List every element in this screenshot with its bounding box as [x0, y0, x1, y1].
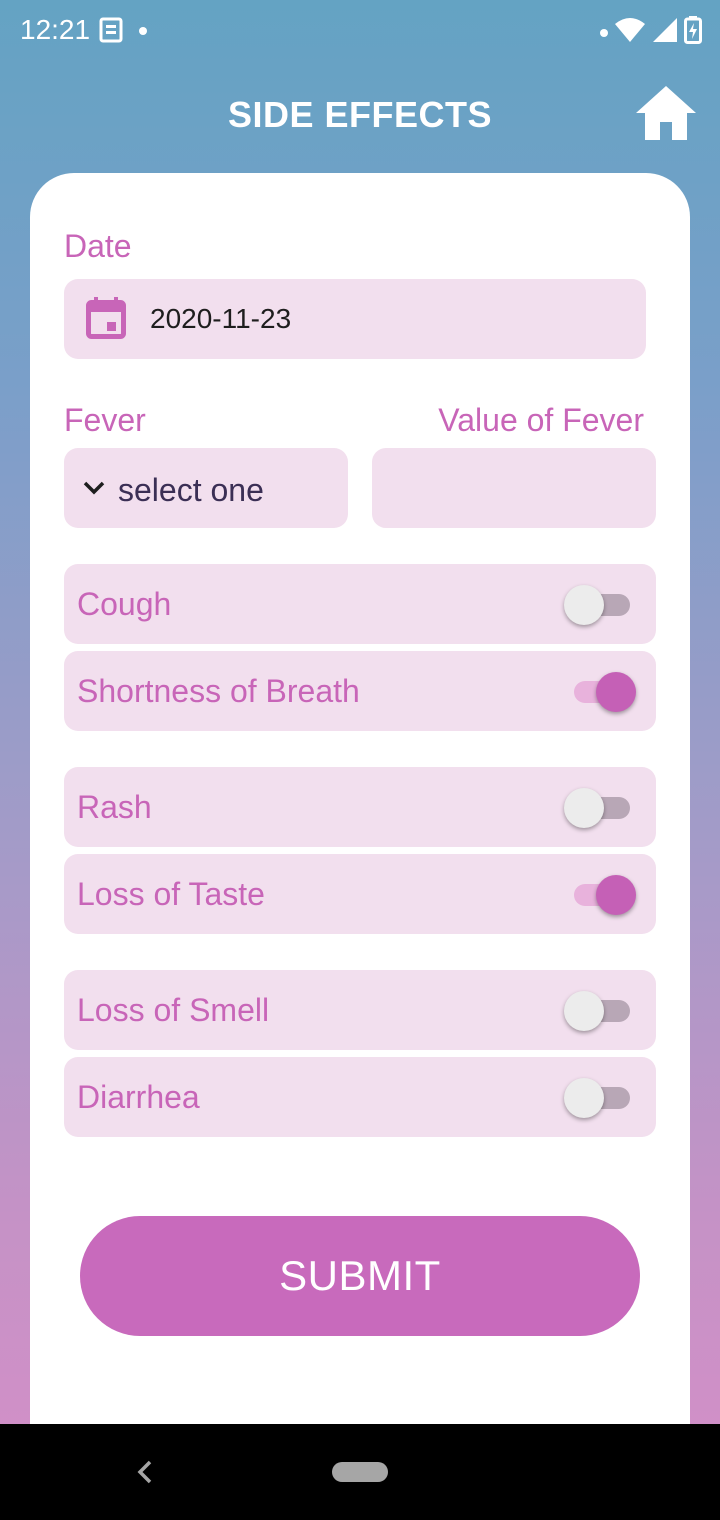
app-header: SIDE EFFECTS	[0, 64, 720, 174]
diarrhea-switch[interactable]	[564, 1077, 636, 1118]
rash-switch[interactable]	[564, 787, 636, 828]
news-icon	[98, 17, 124, 43]
toggle-label: Rash	[77, 789, 152, 825]
date-field[interactable]: 2020-11-23	[64, 279, 646, 359]
loss-of-smell-switch[interactable]	[564, 990, 636, 1031]
toggle-row-cough: Cough	[64, 564, 656, 644]
submit-button[interactable]: SUBMIT	[80, 1216, 640, 1336]
toggle-row-diarrhea: Diarrhea	[64, 1057, 656, 1137]
nav-home-pill[interactable]	[332, 1462, 388, 1482]
date-value: 2020-11-23	[150, 303, 292, 334]
notification-dot	[139, 27, 147, 35]
system-nav-bar	[0, 1424, 720, 1520]
status-icons	[600, 16, 702, 49]
chevron-down-icon	[82, 476, 106, 500]
date-label: Date	[64, 228, 132, 264]
toggle-label: Loss of Smell	[77, 992, 270, 1028]
toggle-row-rash: Rash	[64, 767, 656, 847]
signal-icon	[652, 17, 678, 48]
fever-select-value: select one	[118, 472, 264, 508]
wifi-icon	[614, 17, 646, 48]
toggle-row-shortness-of-breath: Shortness of Breath	[64, 651, 656, 731]
home-icon	[636, 86, 696, 140]
toggle-label: Cough	[77, 586, 172, 622]
shortness-of-breath-switch[interactable]	[570, 671, 636, 712]
toggle-row-loss-of-smell: Loss of Smell	[64, 970, 656, 1050]
battery-icon	[684, 16, 702, 49]
status-bar: 12:21	[0, 0, 720, 64]
cough-switch[interactable]	[564, 584, 636, 625]
fever-select[interactable]: select one	[64, 448, 348, 528]
home-button[interactable]	[634, 84, 698, 142]
toggle-row-loss-of-taste: Loss of Taste	[64, 854, 656, 934]
notification-dot	[600, 28, 608, 37]
toggle-label: Shortness of Breath	[77, 673, 360, 709]
loss-of-taste-switch[interactable]	[570, 874, 636, 915]
back-icon[interactable]	[134, 1458, 154, 1486]
calendar-icon	[86, 297, 126, 339]
fever-value-input[interactable]	[372, 448, 656, 528]
page-title: SIDE EFFECTS	[227, 94, 493, 135]
status-time: 12:21	[20, 14, 91, 45]
fever-value-label: Value of Fever	[438, 402, 644, 438]
toggle-label: Loss of Taste	[77, 876, 265, 912]
toggle-label: Diarrhea	[77, 1079, 200, 1115]
fever-label: Fever	[64, 402, 146, 438]
